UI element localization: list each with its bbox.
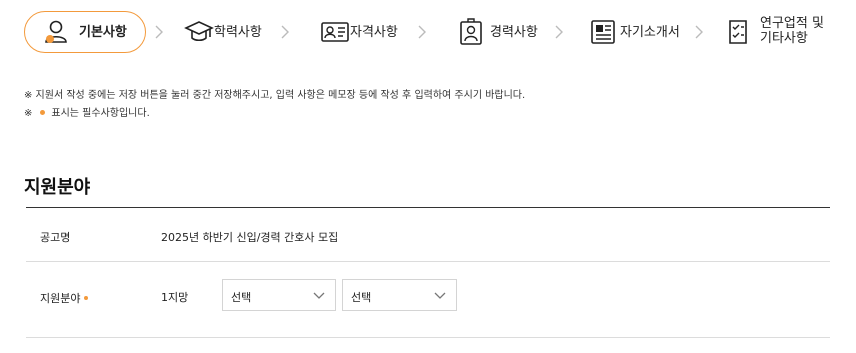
step-education[interactable]: 학력사항	[184, 11, 262, 53]
person-icon	[45, 20, 67, 43]
row-label-field: 지원분야	[40, 290, 89, 306]
step-label: 자격사항	[350, 24, 398, 40]
section-divider	[26, 207, 830, 208]
section-title: 지원분야	[24, 177, 91, 198]
step-label: 연구업적 및 기타사항	[760, 16, 824, 46]
chevron-right-icon	[418, 25, 426, 39]
field-select-primary[interactable]: 선택	[222, 279, 336, 311]
step-basic-info[interactable]: 기본사항	[24, 11, 146, 53]
field-label-text: 지원분야	[40, 292, 81, 305]
checklist-icon	[729, 20, 747, 44]
notice-prefix: ※	[24, 108, 33, 119]
posting-title: 2025년 하반기 신입/경력 간호사 모집	[161, 231, 339, 244]
required-dot-icon	[40, 110, 46, 115]
row-divider	[26, 337, 830, 338]
chevron-right-icon	[155, 25, 163, 39]
row-divider	[26, 261, 830, 262]
step-career[interactable]: 경력사항	[456, 11, 538, 53]
step-research-and-other[interactable]: 연구업적 및 기타사항	[724, 11, 824, 53]
first-choice-label: 1지망	[161, 291, 189, 304]
select-value: 선택	[231, 291, 252, 304]
application-steps: 기본사항 학력사항 자격사항 경력사항 자기소개서 연구업적 및 기타사항	[24, 11, 834, 53]
select-value: 선택	[351, 291, 372, 304]
step-label-line2: 기타사항	[760, 31, 808, 46]
step-label: 경력사항	[490, 24, 538, 40]
chevron-down-icon	[313, 292, 325, 299]
chevron-right-icon	[695, 25, 703, 39]
badge-person-icon	[460, 18, 482, 45]
required-dot-icon	[84, 296, 89, 300]
field-select-secondary[interactable]: 선택	[342, 279, 457, 311]
chevron-right-icon	[281, 25, 289, 39]
notice-required-text: 표시는 필수사항입니다.	[51, 108, 150, 119]
step-self-introduction[interactable]: 자기소개서	[588, 11, 680, 53]
graduation-cap-icon	[184, 21, 214, 42]
chevron-down-icon	[434, 292, 446, 299]
step-label: 기본사항	[79, 24, 127, 40]
newspaper-icon	[591, 20, 615, 44]
step-label-line1: 연구업적 및	[760, 16, 824, 31]
step-label: 자기소개서	[620, 24, 680, 40]
step-label: 학력사항	[214, 24, 262, 40]
chevron-right-icon	[555, 25, 563, 39]
notice-required-info: ※ 표시는 필수사항입니다.	[24, 104, 150, 119]
id-card-icon	[321, 22, 349, 42]
step-qualifications[interactable]: 자격사항	[320, 11, 398, 53]
notice-save-info: ※ 지원서 작성 중에는 저장 버튼을 눌러 중간 저장해주시고, 입력 사항은…	[24, 90, 526, 101]
row-label-posting: 공고명	[40, 231, 71, 244]
